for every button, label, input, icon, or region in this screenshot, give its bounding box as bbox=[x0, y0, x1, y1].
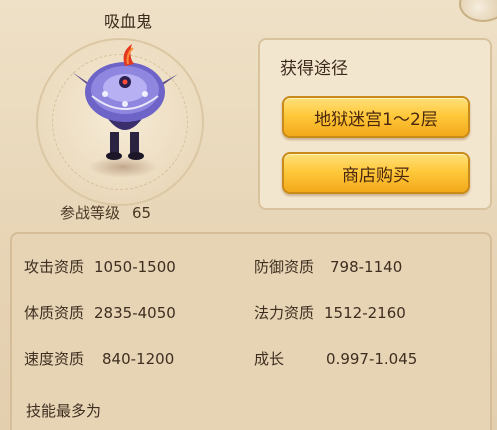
battle-level-value: 65 bbox=[132, 204, 152, 222]
corner-ornament-icon bbox=[459, 0, 497, 22]
stat-label: 防御资质 bbox=[254, 258, 315, 276]
stat-value: 1050-1500 bbox=[94, 258, 176, 276]
hell-labyrinth-button[interactable]: 地狱迷宫1～2层 bbox=[282, 96, 470, 138]
stat-label: 攻击资质 bbox=[24, 258, 85, 276]
stat-label: 体质资质 bbox=[24, 304, 85, 322]
pet-name: 吸血鬼 bbox=[103, 12, 152, 31]
stat-attack: 攻击资质 1050-1500 bbox=[24, 256, 176, 277]
stats-box: 攻击资质 1050-1500 防御资质 798-1140 体质资质 2835-4050… bbox=[10, 232, 492, 430]
shop-buy-button[interactable]: 商店购买 bbox=[282, 152, 470, 194]
stat-magic: 法力资质 1512-2160 bbox=[254, 302, 406, 323]
stat-value: 0.997-1.045 bbox=[326, 350, 418, 368]
stat-label: 成长 bbox=[254, 350, 285, 368]
stat-constitution: 体质资质 2835-4050 bbox=[24, 302, 176, 323]
stat-value: 1512-2160 bbox=[324, 304, 406, 322]
pet-info-panel: 吸血鬼 参战等级 65 获得途径 地狱迷宫1～2层 商店购买 攻击资质 1050… bbox=[0, 0, 497, 430]
skills-max-label: 技能最多为 bbox=[26, 402, 102, 420]
stat-speed: 速度资质 840-1200 bbox=[24, 348, 174, 369]
acquire-methods-box: 获得途径 地狱迷宫1～2层 商店购买 bbox=[258, 38, 492, 210]
stat-value: 798-1140 bbox=[330, 258, 403, 276]
battle-level-label: 参战等级 bbox=[60, 204, 121, 222]
stat-label: 法力资质 bbox=[254, 304, 315, 322]
stat-growth: 成长 0.997-1.045 bbox=[254, 348, 417, 369]
acquire-title: 获得途径 bbox=[280, 59, 348, 79]
stat-label: 速度资质 bbox=[24, 350, 85, 368]
battle-level: 参战等级 65 bbox=[60, 202, 151, 223]
stat-value: 840-1200 bbox=[102, 350, 175, 368]
stat-defense: 防御资质 798-1140 bbox=[254, 256, 402, 277]
stat-value: 2835-4050 bbox=[94, 304, 176, 322]
vampire-pet-icon bbox=[72, 44, 178, 160]
pet-display bbox=[14, 36, 224, 206]
